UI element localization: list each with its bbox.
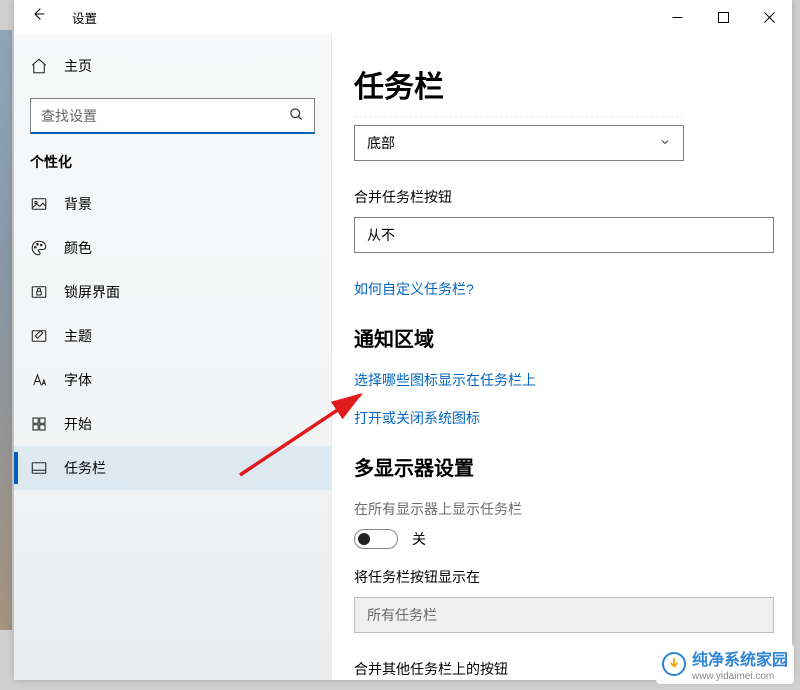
main-content: 任务栏 底部 合并任务栏按钮 从不 如何自定义任务栏?: [332, 34, 792, 680]
sidebar-item-theme[interactable]: 主题: [14, 314, 331, 358]
sidebar-item-label: 背景: [64, 194, 92, 214]
watermark-name: 纯净系统家园: [692, 646, 788, 670]
start-icon: [30, 415, 50, 433]
multi-monitor-heading: 多显示器设置: [354, 452, 792, 481]
showon-label: 将任务栏按钮显示在: [354, 567, 792, 587]
position-select[interactable]: 底部: [354, 125, 684, 161]
select-icons-row: 选择哪些图标显示在任务栏上: [354, 370, 792, 390]
select-icons-link[interactable]: 选择哪些图标显示在任务栏上: [354, 372, 536, 388]
multi-monitor-toggle[interactable]: [354, 529, 398, 549]
taskbar-icon: [30, 459, 50, 477]
select-value: 从不: [367, 225, 395, 245]
watermark: 纯净系统家园 www.yidaimei.com: [656, 644, 794, 684]
watermark-text: 纯净系统家园 www.yidaimei.com: [692, 646, 788, 682]
image-icon: [30, 195, 50, 213]
sidebar: 主页 个性化 背景: [14, 34, 332, 680]
showon-select[interactable]: 所有任务栏: [354, 597, 774, 633]
system-icons-row: 打开或关闭系统图标: [354, 408, 792, 428]
maximize-button[interactable]: [700, 0, 746, 34]
watermark-badge-icon: [662, 652, 686, 676]
minimize-button[interactable]: [654, 0, 700, 34]
window-title: 设置: [72, 8, 97, 27]
settings-window: 设置 主页: [14, 0, 792, 680]
customize-link-row: 如何自定义任务栏?: [354, 279, 792, 299]
home-button[interactable]: 主页: [14, 48, 331, 84]
settings-body: 主页 个性化 背景: [14, 34, 792, 680]
palette-icon: [30, 239, 50, 257]
showon-field: 将任务栏按钮显示在 所有任务栏: [354, 567, 792, 633]
select-value: 所有任务栏: [367, 605, 437, 625]
sidebar-item-label: 字体: [64, 370, 92, 390]
search-icon: [289, 107, 304, 125]
customize-taskbar-link[interactable]: 如何自定义任务栏?: [354, 281, 474, 297]
toggle-state-label: 关: [412, 529, 426, 549]
search-box[interactable]: [30, 98, 315, 134]
system-icons-link[interactable]: 打开或关闭系统图标: [354, 410, 480, 426]
sidebar-item-label: 主题: [64, 326, 92, 346]
sidebar-item-background[interactable]: 背景: [14, 182, 331, 226]
sidebar-section-title: 个性化: [14, 152, 331, 172]
multi-monitor-toggle-row: 关: [354, 529, 792, 549]
combine-field: 合并任务栏按钮 从不: [354, 187, 792, 253]
background-column: [0, 30, 12, 630]
search-input[interactable]: [41, 108, 289, 124]
titlebar: 设置: [14, 0, 792, 34]
sidebar-item-lockscreen[interactable]: 锁屏界面: [14, 270, 331, 314]
sidebar-item-font[interactable]: 字体: [14, 358, 331, 402]
back-button[interactable]: [20, 0, 58, 34]
close-button[interactable]: [746, 0, 792, 34]
sidebar-item-color[interactable]: 颜色: [14, 226, 331, 270]
home-icon: [30, 57, 50, 75]
lockscreen-icon: [30, 283, 50, 301]
home-label: 主页: [64, 56, 92, 76]
combine-label: 合并任务栏按钮: [354, 187, 792, 207]
sidebar-nav-list: 背景 颜色 锁屏界面: [14, 182, 331, 490]
combine-select[interactable]: 从不: [354, 217, 774, 253]
sidebar-item-label: 开始: [64, 414, 92, 434]
watermark-url: www.yidaimei.com: [692, 671, 788, 682]
divider: [354, 116, 684, 117]
sidebar-item-label: 锁屏界面: [64, 282, 120, 302]
sidebar-item-label: 颜色: [64, 238, 92, 258]
toggle-knob: [358, 533, 370, 545]
select-value: 底部: [367, 133, 395, 153]
multi-monitor-desc: 在所有显示器上显示任务栏: [354, 499, 792, 519]
position-field: 底部: [354, 125, 792, 161]
font-icon: [30, 371, 50, 389]
notification-area-heading: 通知区域: [354, 323, 792, 352]
sidebar-item-start[interactable]: 开始: [14, 402, 331, 446]
theme-icon: [30, 327, 50, 345]
sidebar-item-taskbar[interactable]: 任务栏: [14, 446, 331, 490]
page-title: 任务栏: [354, 62, 792, 106]
window-caption-buttons: [654, 0, 792, 34]
sidebar-item-label: 任务栏: [64, 458, 106, 478]
chevron-down-icon: [659, 136, 671, 151]
